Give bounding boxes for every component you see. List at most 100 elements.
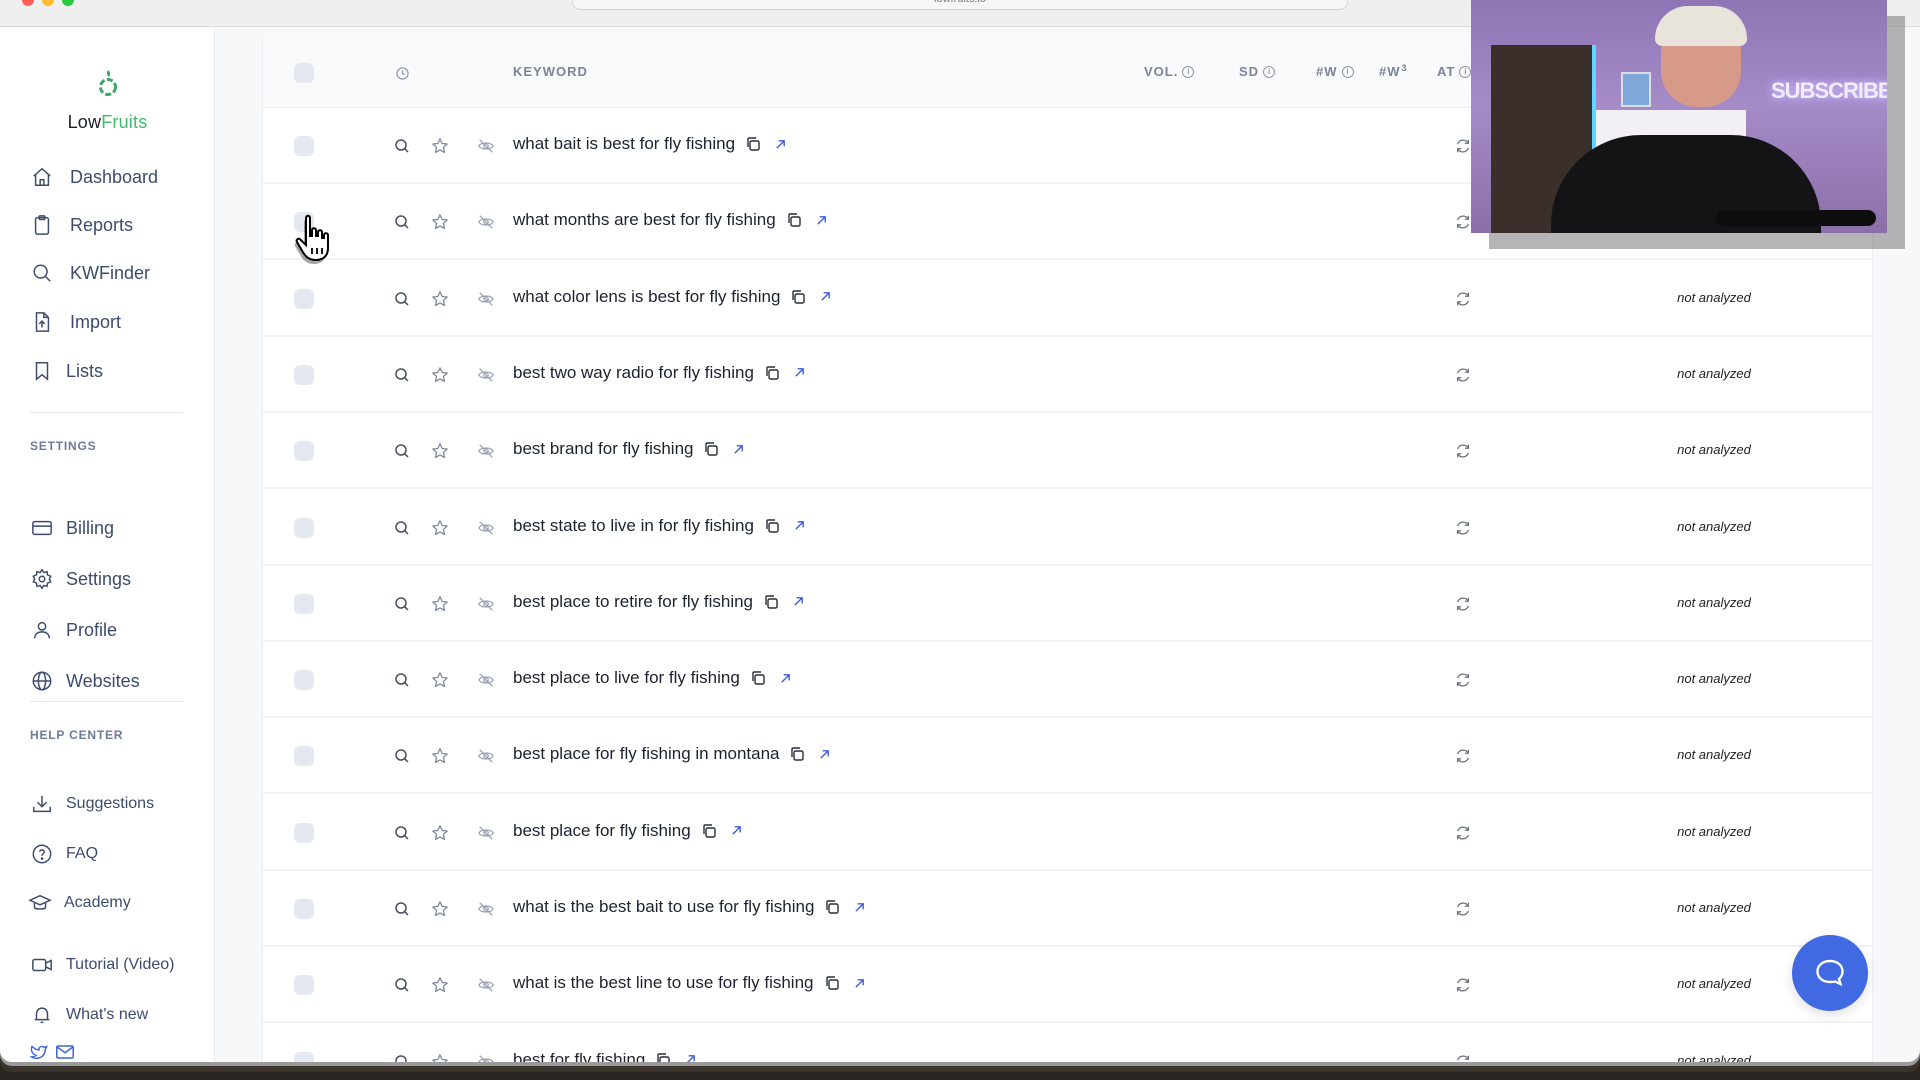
sidebar-item-tutorial-video[interactable]: Tutorial (Video) [30,950,175,980]
search-icon[interactable] [392,975,412,995]
sidebar-item-whats-new[interactable]: What's new [30,1000,148,1030]
refresh-icon[interactable] [1453,136,1473,156]
eye-off-icon[interactable] [476,823,496,843]
sidebar-item-settings[interactable]: Settings [30,564,131,594]
row-checkbox[interactable] [294,441,314,462]
keyword-text[interactable]: what color lens is best for fly fishing [513,287,780,307]
refresh-icon[interactable] [1453,899,1473,919]
info-icon[interactable]: i [1182,65,1195,78]
star-icon[interactable] [430,899,450,919]
sidebar-item-academy[interactable]: Academy [28,888,131,918]
external-link-icon[interactable] [854,902,865,913]
copy-icon[interactable] [824,899,840,915]
star-icon[interactable] [430,212,450,232]
keyword-text[interactable]: what is the best line to use for fly fis… [513,973,814,993]
minimize-window-button[interactable] [42,0,54,6]
sidebar-item-kwfinder[interactable]: KWFinder [30,258,150,288]
external-link-icon[interactable] [794,520,805,531]
search-icon[interactable] [392,365,412,385]
select-all-checkbox[interactable] [294,63,314,83]
sidebar-item-import[interactable]: Import [30,307,121,337]
external-link-icon[interactable] [819,749,830,760]
column-header-w[interactable]: #W i [1316,64,1354,79]
eye-off-icon[interactable] [476,365,496,385]
external-link-icon[interactable] [780,673,791,684]
search-icon[interactable] [392,670,412,690]
copy-icon[interactable] [790,289,806,305]
sidebar-item-reports[interactable]: Reports [30,210,133,240]
sidebar-item-websites[interactable]: Websites [30,666,140,696]
column-header-volume[interactable]: VOL. i [1144,64,1195,79]
column-header-keyword[interactable]: KEYWORD [513,64,588,79]
refresh-icon[interactable] [1453,594,1473,614]
copy-icon[interactable] [655,1052,671,1062]
external-link-icon[interactable] [685,1054,696,1062]
copy-icon[interactable] [750,670,766,686]
search-icon[interactable] [392,136,412,156]
external-link-icon[interactable] [793,596,804,607]
keyword-text[interactable]: best place to retire for fly fishing [513,592,753,612]
eye-off-icon[interactable] [476,746,496,766]
twitter-icon[interactable] [28,1045,48,1062]
eye-off-icon[interactable] [476,212,496,232]
info-icon[interactable]: i [1459,65,1472,78]
keyword-text[interactable]: best for fly fishing [513,1050,645,1062]
row-checkbox[interactable] [294,288,314,309]
row-checkbox[interactable] [294,136,314,156]
support-chat-button[interactable] [1792,935,1868,1011]
sidebar-item-faq[interactable]: FAQ [30,839,98,869]
refresh-icon[interactable] [1453,670,1473,690]
eye-off-icon[interactable] [476,136,496,156]
refresh-icon[interactable] [1453,365,1473,385]
star-icon[interactable] [430,1052,450,1062]
refresh-icon[interactable] [1453,289,1473,309]
star-icon[interactable] [430,289,450,309]
row-checkbox[interactable] [294,899,314,919]
external-link-icon[interactable] [854,978,865,989]
refresh-icon[interactable] [1453,212,1473,232]
search-icon[interactable] [392,746,412,766]
close-window-button[interactable] [22,0,34,6]
external-link-icon[interactable] [820,291,831,302]
copy-icon[interactable] [764,518,780,534]
keyword-text[interactable]: best brand for fly fishing [513,439,693,459]
star-icon[interactable] [430,975,450,995]
eye-off-icon[interactable] [476,518,496,538]
info-icon[interactable]: i [1263,65,1276,78]
keyword-text[interactable]: best place for fly fishing in montana [513,744,779,764]
row-checkbox[interactable] [294,975,314,996]
row-checkbox[interactable] [294,593,314,614]
address-bar[interactable]: lowfruits.io [572,0,1348,10]
external-link-icon[interactable] [816,215,827,226]
sidebar-item-suggestions[interactable]: Suggestions [30,789,154,819]
search-icon[interactable] [392,518,412,538]
sidebar-item-dashboard[interactable]: Dashboard [30,162,158,192]
copy-icon[interactable] [703,441,719,457]
row-checkbox[interactable] [294,1051,314,1062]
copy-icon[interactable] [764,365,780,381]
refresh-icon[interactable] [1453,823,1473,843]
search-icon[interactable] [392,289,412,309]
keyword-text[interactable]: what bait is best for fly fishing [513,134,735,154]
row-checkbox[interactable] [294,746,314,767]
eye-off-icon[interactable] [476,670,496,690]
eye-off-icon[interactable] [476,289,496,309]
star-icon[interactable] [430,441,450,461]
copy-icon[interactable] [786,212,802,228]
logo[interactable]: LowFruits [0,68,215,133]
refresh-icon[interactable] [1453,441,1473,461]
column-header-sd[interactable]: SD i [1239,64,1276,79]
search-icon[interactable] [392,441,412,461]
eye-off-icon[interactable] [476,1052,496,1062]
copy-icon[interactable] [789,746,805,762]
search-icon[interactable] [392,212,412,232]
column-header-w3[interactable]: #W 3 [1379,63,1408,80]
search-icon[interactable] [392,1052,412,1062]
keyword-text[interactable]: what is the best bait to use for fly fis… [513,897,814,917]
info-icon[interactable]: i [1341,65,1354,78]
eye-off-icon[interactable] [476,594,496,614]
keyword-text[interactable]: best two way radio for fly fishing [513,363,754,383]
external-link-icon[interactable] [794,367,805,378]
star-icon[interactable] [430,746,450,766]
refresh-icon[interactable] [1453,518,1473,538]
